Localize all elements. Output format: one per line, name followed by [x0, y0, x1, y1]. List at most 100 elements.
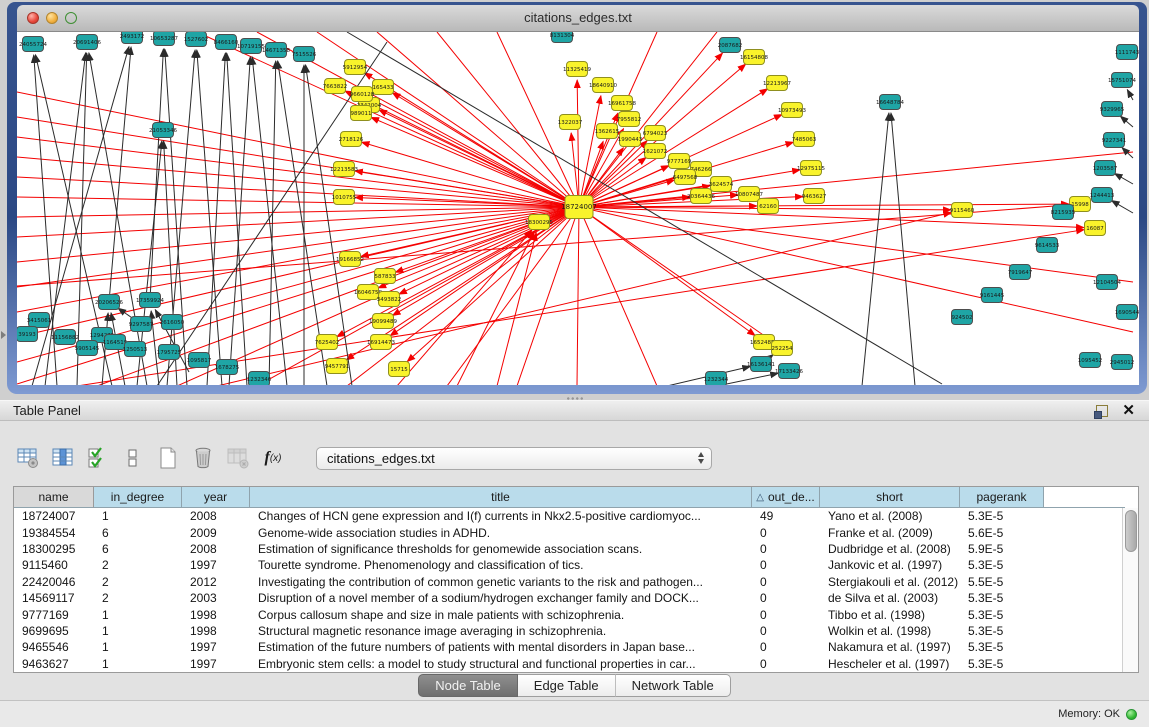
zoom-window-button[interactable] [65, 12, 77, 24]
tab-edge-table[interactable]: Edge Table [518, 674, 616, 697]
delete-column-icon[interactable] [191, 446, 215, 470]
table-cell: 1 [94, 657, 182, 671]
table-row[interactable]: 911546021997Tourette syndrome. Phenomeno… [14, 557, 1138, 573]
clear-selection-icon[interactable] [121, 446, 145, 470]
table-cell: 1997 [182, 657, 250, 671]
delete-table-icon[interactable] [226, 446, 250, 470]
graph-node-label: 18640910 [589, 83, 617, 89]
table-selector-dropdown[interactable]: citations_edges.txt [316, 447, 712, 470]
window-titlebar[interactable]: citations_edges.txt [17, 5, 1139, 32]
graph-node-label: 2087682 [718, 43, 743, 49]
graph-node-label: 10973493 [778, 108, 806, 114]
table-cell: 9115460 [14, 558, 94, 572]
graph-node-label: 9660128 [350, 92, 375, 98]
table-cell: Jankovic et al. (1997) [820, 558, 960, 572]
minimize-window-button[interactable] [46, 12, 58, 24]
column-header-filler[interactable] [1044, 487, 1125, 508]
close-window-button[interactable] [27, 12, 39, 24]
show-columns-icon[interactable] [51, 446, 75, 470]
table-cell: 6 [94, 526, 182, 540]
graph-node-label: 8215935 [1051, 210, 1076, 216]
graph-node-label: 1690544 [1115, 310, 1139, 316]
column-header-title[interactable]: title [250, 487, 752, 508]
graph-node-label: 7663822 [323, 84, 348, 90]
table-row[interactable]: 946362711997Embryonic stem cells: a mode… [14, 656, 1138, 672]
column-header-year[interactable]: year [182, 487, 250, 508]
graph-node-label: 7515526 [292, 52, 317, 58]
table-cell: 0 [752, 575, 820, 589]
tab-network-table[interactable]: Network Table [616, 674, 731, 697]
graph-node-label: 19166852 [336, 257, 364, 263]
vertical-scrollbar[interactable] [1122, 508, 1138, 672]
tab-node-table[interactable]: Node Table [418, 674, 518, 697]
graph-node-label: 21053346 [149, 128, 177, 134]
table-cell: 49 [752, 509, 820, 523]
graph-node-label: 3624574 [709, 182, 734, 188]
table-cell: 0 [752, 657, 820, 671]
graph-node-label: 16154808 [740, 55, 768, 61]
table-cell: Investigating the contribution of common… [250, 575, 752, 589]
graph-node-label: 15998 [1071, 202, 1089, 208]
graph-node-label: 1164519 [103, 340, 128, 346]
table-cell: 0 [752, 608, 820, 622]
float-panel-icon[interactable] [1096, 405, 1108, 417]
graph-node-label: 3493822 [377, 297, 402, 303]
graph-node-label: 9329965 [1100, 107, 1125, 113]
table-settings-icon[interactable] [16, 446, 40, 470]
table-cell: 5.3E-5 [960, 558, 1044, 572]
table-cell: Franke et al. (2009) [820, 526, 960, 540]
table-cell: 19384554 [14, 526, 94, 540]
graph-node-label: 16136141 [747, 362, 775, 368]
column-header-out-de[interactable]: △out_de... [752, 487, 820, 508]
table-toolbar: f(x) citations_edges.txt [16, 445, 712, 471]
column-header-in-degree[interactable]: in_degree [94, 487, 182, 508]
table-cell: Hescheler et al. (1997) [820, 657, 960, 671]
function-builder-icon[interactable]: f(x) [261, 446, 285, 470]
column-header-pagerank[interactable]: pagerank [960, 487, 1044, 508]
table-cell: 1 [94, 509, 182, 523]
graph-node-label: 11156882 [51, 335, 79, 341]
dropdown-stepper-icon [698, 452, 704, 464]
table-row[interactable]: 946554611997Estimation of the future num… [14, 639, 1138, 655]
graph-node-label: 5912954 [343, 65, 368, 71]
table-row[interactable]: 1872400712008Changes of HCN gene express… [14, 508, 1138, 524]
graph-node-label: 9463627 [802, 194, 827, 200]
table-cell: 2012 [182, 575, 250, 589]
graph-node-label: 16648784 [876, 100, 904, 106]
table-cell: 22420046 [14, 575, 94, 589]
graph-node-label: 8466160 [214, 40, 239, 46]
table-row[interactable]: 1456911722003Disruption of a novel membe… [14, 590, 1138, 606]
table-row[interactable]: 1938455462009Genome-wide association stu… [14, 524, 1138, 540]
select-rows-icon[interactable] [86, 446, 110, 470]
table-header-row: namein_degreeyeartitle△out_de...shortpag… [14, 487, 1138, 508]
network-graph[interactable]: 1830029511325419186409101696175879558121… [17, 32, 1139, 385]
graph-node-label: 1527602 [184, 37, 209, 43]
table-cell: 2 [94, 558, 182, 572]
table-body: 1872400712008Changes of HCN gene express… [14, 508, 1138, 672]
graph-node-label: 6794023 [643, 131, 668, 137]
network-canvas[interactable]: 1830029511325419186409101696175879558121… [17, 32, 1139, 385]
table-cell: 14569117 [14, 591, 94, 605]
graph-node-label: 17133426 [775, 369, 803, 375]
table-cell: Disruption of a novel member of a sodium… [250, 591, 752, 605]
table-row[interactable]: 1830029562008Estimation of significance … [14, 541, 1138, 557]
table-cell: Yano et al. (2008) [820, 509, 960, 523]
table-cell: Estimation of the future numbers of pati… [250, 640, 752, 654]
splitter-collapse-arrow[interactable] [1, 331, 6, 339]
graph-node-label: 9457791 [325, 364, 350, 370]
memory-ok-icon[interactable] [1126, 709, 1137, 720]
close-panel-icon[interactable]: ✕ [1122, 404, 1135, 417]
graph-node-label: 39193 [18, 332, 36, 338]
table-row[interactable]: 977716911998Corpus callosum shape and si… [14, 606, 1138, 622]
graph-node-label: 1232344 [704, 377, 729, 383]
graph-node-label: 1095452 [1078, 358, 1103, 364]
table-row[interactable]: 969969511998Structural magnetic resonanc… [14, 623, 1138, 639]
scrollbar-thumb[interactable] [1125, 510, 1137, 552]
table-cell: 2009 [182, 526, 250, 540]
column-header-short[interactable]: short [820, 487, 960, 508]
table-row[interactable]: 2242004622012Investigating the contribut… [14, 574, 1138, 590]
column-header-name[interactable]: name [14, 487, 94, 508]
create-column-icon[interactable] [156, 446, 180, 470]
table-cell: 2008 [182, 542, 250, 556]
graph-node-label: 924502 [952, 315, 973, 321]
